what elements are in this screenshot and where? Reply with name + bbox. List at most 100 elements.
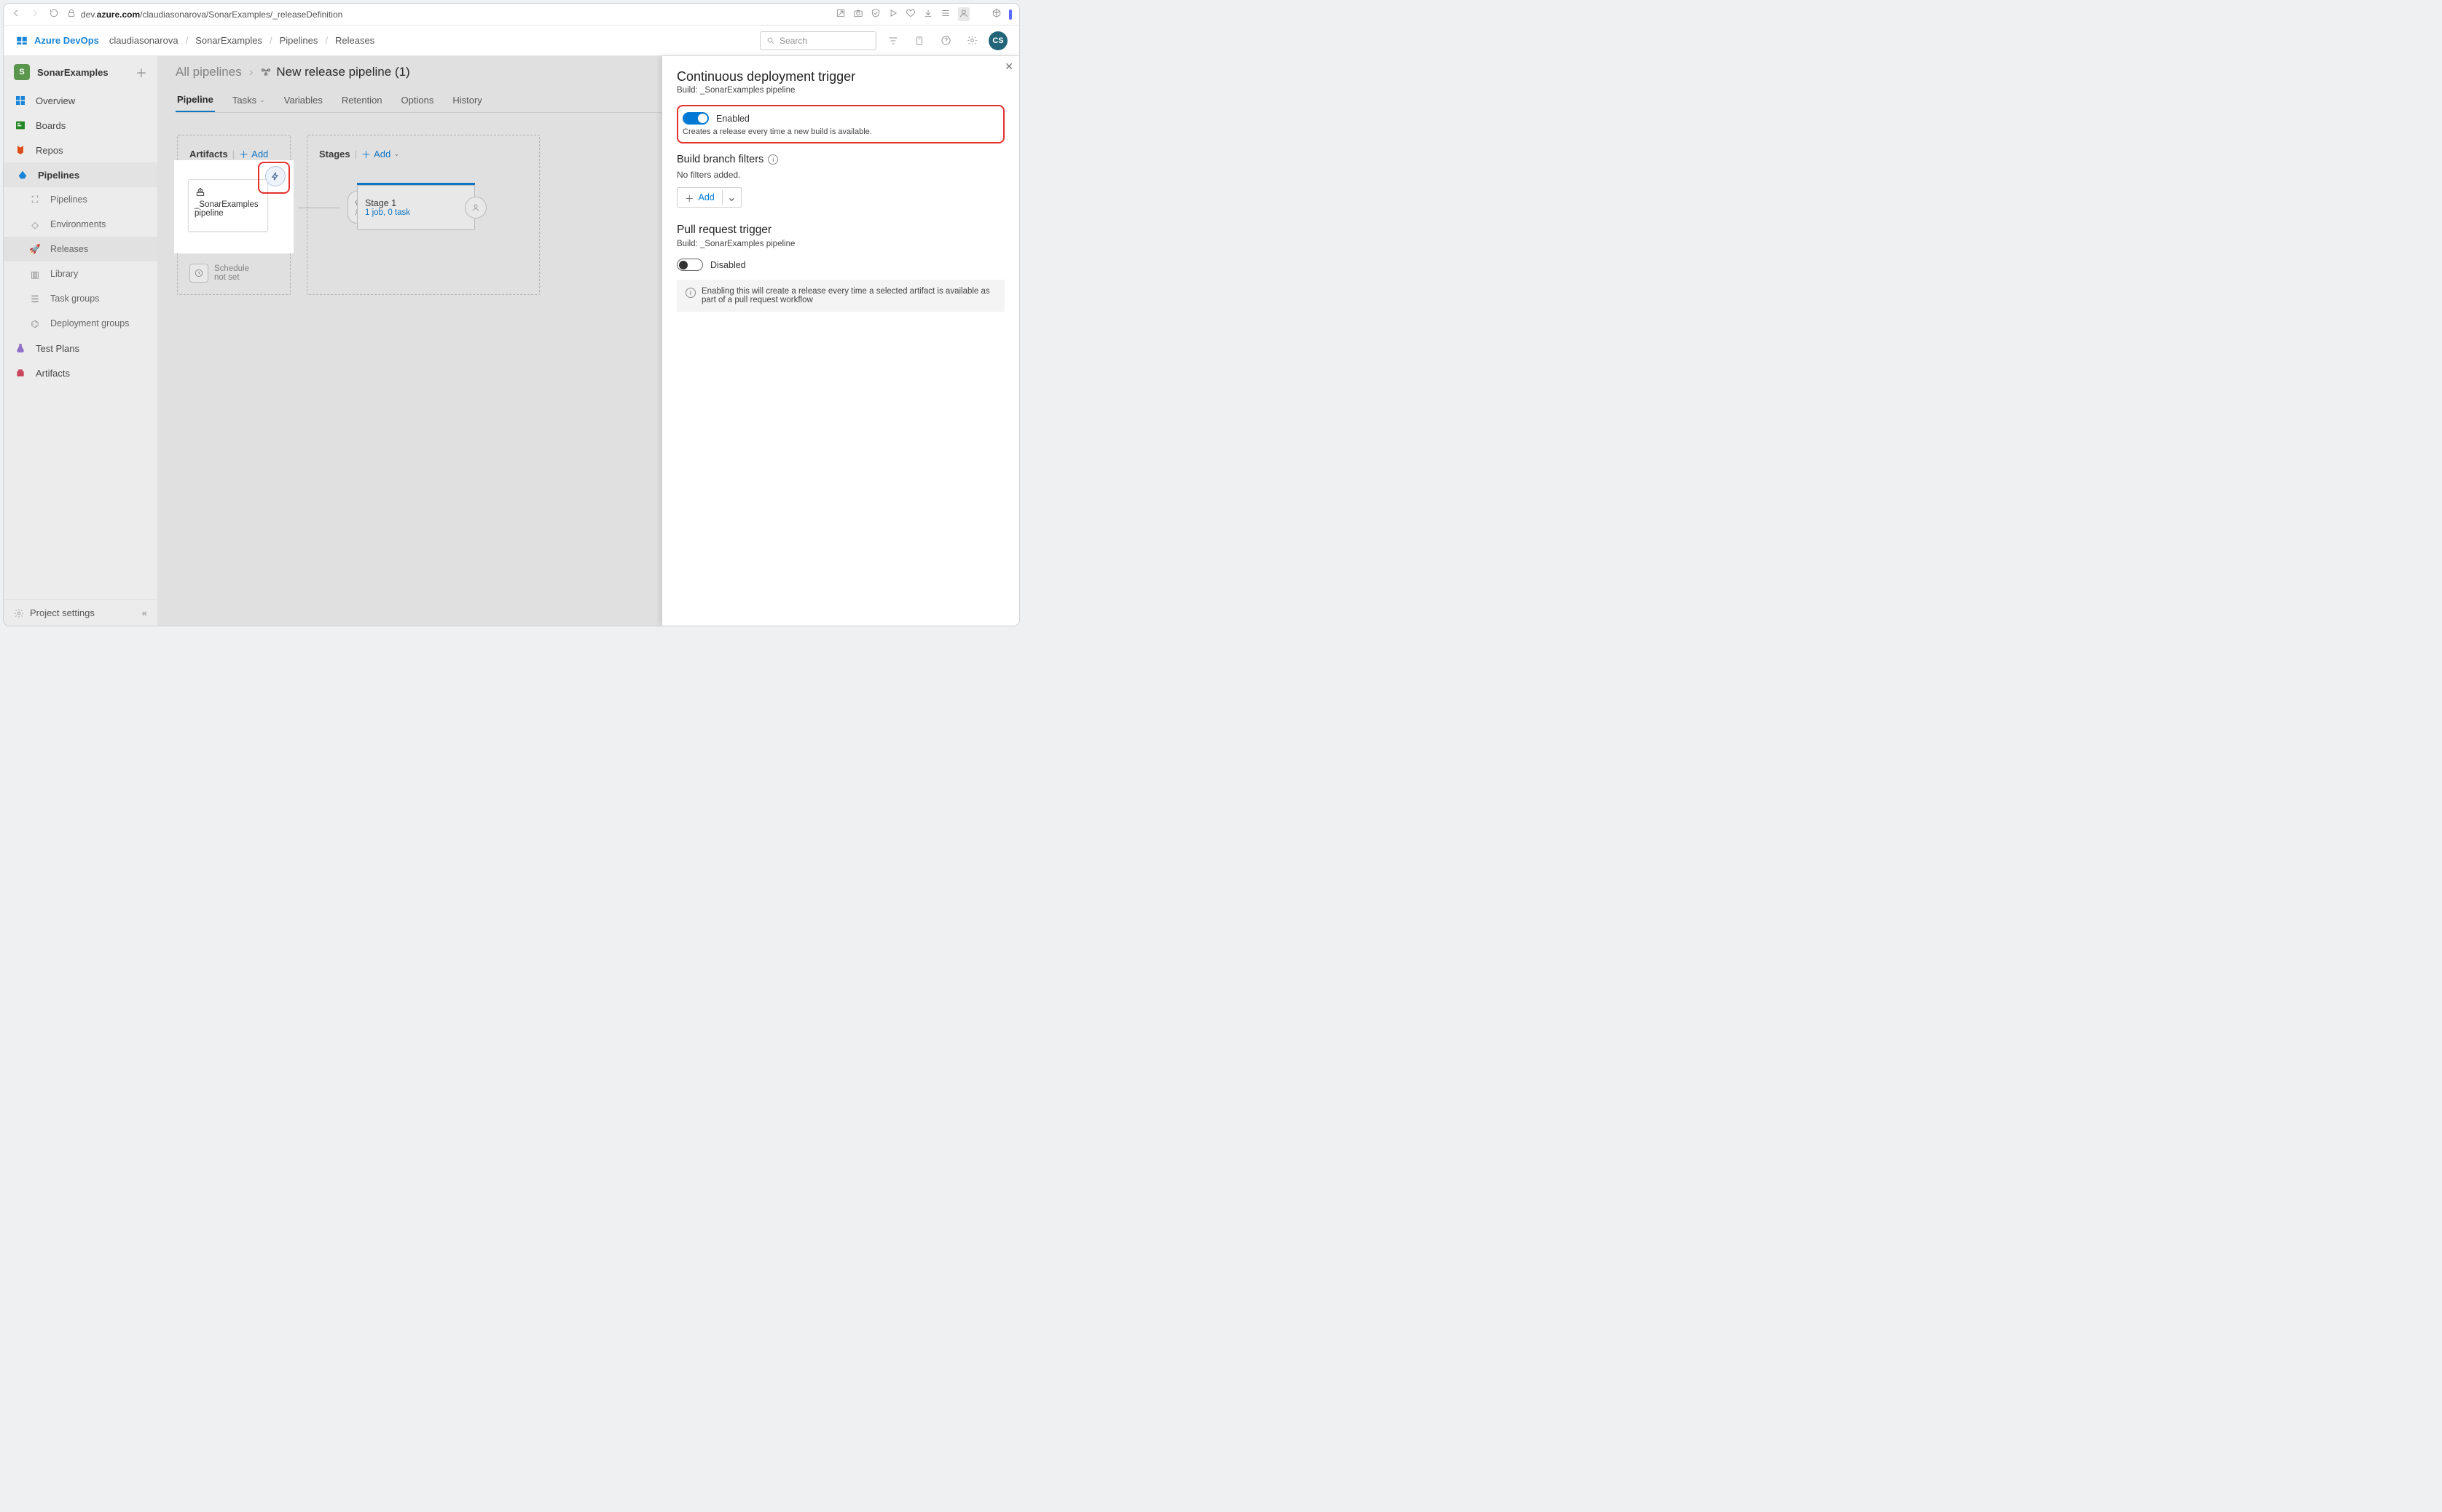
crumb-project[interactable]: SonarExamples [195,35,262,46]
help-icon[interactable] [936,31,955,50]
search-placeholder: Search [780,36,807,46]
marketplace-icon[interactable] [910,31,929,50]
artifact-name-line1: _SonarExamples [195,200,262,209]
info-icon[interactable]: i [768,154,778,165]
sidebar-item-repos[interactable]: Repos [4,138,157,162]
add-project-icon[interactable]: ＋ [136,63,147,81]
project-header[interactable]: S SonarExamples ＋ [4,56,157,88]
cd-enabled-toggle[interactable] [683,112,709,125]
stage-summary[interactable]: 1 job, 0 task [365,208,467,217]
gear-icon[interactable]: Project settings [14,607,95,618]
sidebar-item-library[interactable]: ▥ Library [4,261,157,286]
search-input[interactable]: Search [760,31,876,50]
close-panel-button[interactable]: ✕ [1005,60,1013,73]
tab-history[interactable]: History [451,88,483,112]
heart-icon[interactable] [906,8,916,20]
sidebar-item-pipelines[interactable]: Pipelines [4,162,157,187]
testplans-icon [14,342,27,355]
settings-icon[interactable] [962,31,981,50]
cd-trigger-button[interactable] [265,166,286,186]
project-name: SonarExamples [37,67,128,78]
artifacts-column: Artifacts | ＋ Add _SonarExamples pipelin… [177,135,291,295]
play-icon[interactable] [888,8,898,20]
pr-info-note: i Enabling this will create a release ev… [677,280,1005,312]
enabled-highlight-box: Enabled Creates a release every time a n… [677,105,1005,143]
cd-trigger-panel: ✕ Continuous deployment trigger Build: _… [662,56,1019,626]
taskgroups-icon: ☰ [28,292,42,305]
nav-back-icon[interactable] [11,8,21,20]
indicator-icon [1009,9,1012,20]
product-name: Azure DevOps [34,35,99,46]
sidebar-item-boards[interactable]: Boards [4,113,157,138]
crumb-releases[interactable]: Releases [335,35,374,46]
tab-retention[interactable]: Retention [340,88,384,112]
collapse-icon[interactable]: « [142,607,147,618]
filter-icon[interactable] [884,31,903,50]
boards-icon [14,119,27,132]
cube-icon[interactable] [992,8,1002,20]
stage-name: Stage 1 [365,198,467,208]
user-avatar[interactable]: CS [989,31,1008,50]
add-stage-button[interactable]: ＋ Add ⌄ [361,147,400,161]
stage-card[interactable]: Stage 1 1 job, 0 task [357,185,475,230]
azure-topbar: Azure DevOps claudiasonarova / SonarExam… [4,25,1019,56]
branch-filters-heading: Build branch filters i [677,154,1005,165]
sidebar-item-artifacts[interactable]: Artifacts [4,361,157,385]
pipelines-sub-icon: ⛶ [28,193,42,206]
sidebar-item-releases[interactable]: 🚀 Releases [4,237,157,261]
artifact-source-icon [195,186,262,197]
post-deploy-conditions[interactable] [465,197,487,218]
cd-enabled-desc: Creates a release every time a new build… [683,127,996,136]
shield-icon[interactable] [871,8,881,20]
main-content: All pipelines › New release pipeline (1)… [158,56,1019,626]
cd-enabled-label: Enabled [716,114,750,124]
overview-icon [14,94,27,107]
download-icon[interactable] [923,8,933,20]
releases-icon: 🚀 [28,243,42,256]
camera-icon[interactable] [853,8,863,20]
no-filters-text: No filters added. [677,170,1005,180]
azure-logo[interactable]: Azure DevOps [15,34,99,47]
tab-options[interactable]: Options [400,88,436,112]
all-pipelines-crumb[interactable]: All pipelines [176,65,242,79]
pr-trigger-toggle[interactable] [677,259,703,271]
panel-title: Continuous deployment trigger [677,69,1005,84]
stages-title: Stages [319,149,350,160]
crumb-org[interactable]: claudiasonarova [109,35,178,46]
pipeline-title[interactable]: New release pipeline (1) [260,65,409,79]
chevron-down-icon[interactable]: ⌄ [722,190,741,205]
tab-tasks[interactable]: Tasks⌄ [231,88,267,112]
project-icon: S [14,64,30,80]
pr-trigger-subtitle: Build: _SonarExamples pipeline [677,240,1005,248]
ext-icon[interactable] [836,8,846,20]
clock-icon [189,264,208,283]
nav-reload-icon[interactable] [49,8,59,20]
browser-chrome: dev.azure.com/claudiasonarova/SonarExamp… [4,4,1019,25]
profile-icon[interactable] [958,7,970,21]
panel-subtitle: Build: _SonarExamples pipeline [677,86,1005,95]
deployment-icon: ⌬ [28,317,42,330]
environments-icon: ◇ [28,218,42,231]
crumb-pipelines[interactable]: Pipelines [280,35,318,46]
list-icon[interactable] [941,8,951,20]
add-artifact-button[interactable]: ＋ Add [239,147,268,161]
schedule-row[interactable]: Schedule not set [189,264,249,283]
tab-variables[interactable]: Variables [283,88,324,112]
sidebar-item-environments[interactable]: ◇ Environments [4,212,157,237]
sidebar-item-deployment-groups[interactable]: ⌬ Deployment groups [4,311,157,336]
nav-fwd-icon[interactable] [30,8,40,20]
add-filter-button[interactable]: ＋Add ⌄ [677,187,742,208]
tab-pipeline[interactable]: Pipeline [176,88,215,112]
url-bar[interactable]: dev.azure.com/claudiasonarova/SonarExamp… [66,8,828,20]
stages-column: Stages | ＋ Add ⌄ Stage 1 1 job, 0 task [307,135,540,295]
sidebar-item-task-groups[interactable]: ☰ Task groups [4,286,157,311]
artifacts-icon [14,366,27,379]
artifact-name-line2: pipeline [195,209,262,218]
sidebar-item-overview[interactable]: Overview [4,88,157,113]
schedule-label2: not set [214,273,249,282]
sidebar-item-test-plans[interactable]: Test Plans [4,336,157,361]
sidebar-item-pipelines-sub[interactable]: ⛶ Pipelines [4,187,157,212]
pipelines-icon [16,168,29,181]
url-text: dev.azure.com/claudiasonarova/SonarExamp… [81,9,342,20]
artifact-card[interactable]: _SonarExamples pipeline [188,179,268,232]
